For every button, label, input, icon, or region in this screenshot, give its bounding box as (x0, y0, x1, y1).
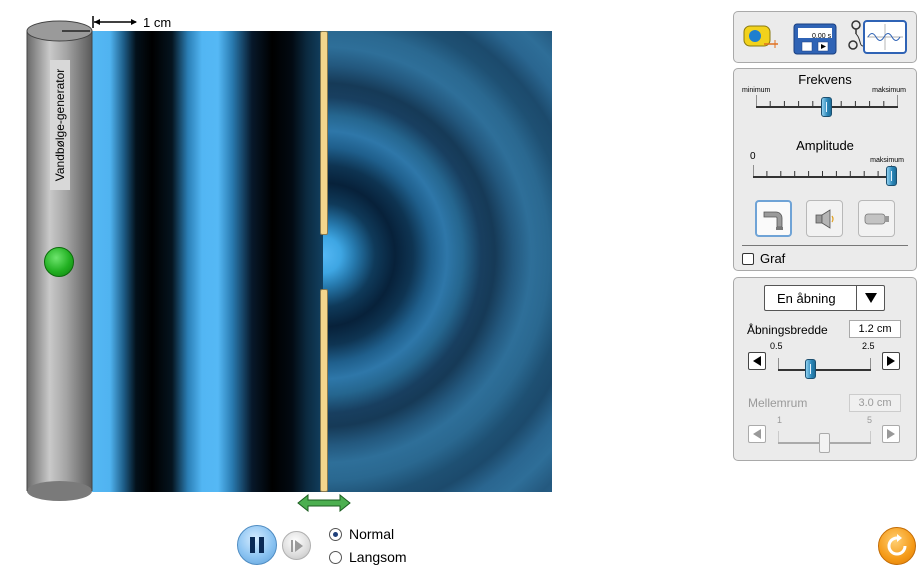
radio-slow[interactable] (329, 550, 342, 564)
reset-button[interactable] (878, 527, 916, 565)
separation-value: 3.0 cm (849, 394, 901, 412)
slit-width-slider-thumb[interactable] (804, 359, 816, 379)
arrow-left-icon (753, 356, 761, 366)
speaker-icon (815, 208, 834, 229)
source-speaker-button[interactable] (806, 200, 843, 237)
slit-width-max: 2.5 (862, 341, 875, 351)
barrier-bottom[interactable] (320, 289, 328, 492)
pause-button[interactable] (237, 525, 277, 565)
graph-label: Graf (760, 251, 786, 266)
generator-label: Vandbølge-generator (50, 60, 70, 190)
barrier-drag-handle-icon[interactable] (297, 493, 351, 517)
step-button[interactable] (282, 531, 311, 560)
radio-normal[interactable] (329, 527, 342, 541)
barrier-top[interactable] (320, 31, 328, 235)
slit-width-label: Åbningsbredde (747, 323, 828, 337)
amplitude-max-label: maksimum (870, 157, 904, 164)
separation-increase-button[interactable] (882, 425, 900, 443)
laser-icon (864, 213, 889, 224)
amplitude-min-label: 0 (750, 151, 756, 162)
amplitude-title: Amplitude (796, 138, 854, 153)
barrier-panel: En åbning Åbningsbredde 1.2 cm 0.5 2.5 M… (733, 277, 917, 461)
slit-width-increase-button[interactable] (882, 352, 900, 370)
speed-option-normal[interactable]: Normal (329, 526, 394, 542)
divider (742, 245, 908, 246)
separation-decrease-button[interactable] (748, 425, 766, 443)
arrow-right-icon (887, 429, 895, 439)
measure-label: 1 cm (143, 15, 172, 30)
slit-width-decrease-button[interactable] (748, 352, 766, 370)
speed-label-normal: Normal (349, 526, 395, 542)
barrier-mode-value: En åbning (777, 291, 836, 306)
slit-width-min: 0.5 (770, 341, 783, 351)
pause-icon (250, 537, 264, 553)
graph-checkbox[interactable] (742, 252, 754, 265)
frequency-title: Frekvens (798, 72, 852, 87)
source-laser-button[interactable] (858, 200, 895, 237)
wave-detector-tool[interactable] (847, 18, 909, 56)
arrow-left-icon (753, 429, 761, 439)
arrow-right-icon (887, 356, 895, 366)
dropdown-arrow-icon (856, 286, 884, 310)
speed-option-slow[interactable]: Langsom (329, 549, 407, 565)
reset-icon (887, 534, 907, 556)
faucet-icon (763, 211, 783, 230)
source-faucet-button[interactable] (755, 200, 792, 237)
measure-indicator (92, 14, 138, 30)
wave-controls-panel: Frekvens minimum maksimum Amplitude 0 ma… (733, 68, 917, 271)
separation-label: Mellemrum (748, 396, 808, 410)
measuring-tape-icon (743, 25, 778, 48)
stopwatch-readout: 0.00 s (812, 33, 832, 40)
generator-start-button[interactable] (44, 247, 74, 277)
step-icon (290, 539, 303, 552)
frequency-min-label: minimum (742, 87, 771, 94)
amplitude-slider-thumb[interactable] (886, 166, 897, 186)
speed-label-slow: Langsom (349, 549, 407, 565)
separation-max: 5 (867, 415, 873, 425)
separation-min: 1 (777, 415, 783, 425)
graph-toggle[interactable]: Graf (742, 251, 785, 266)
frequency-slider-thumb[interactable] (821, 97, 832, 117)
separation-slider-thumb[interactable] (818, 433, 830, 453)
barrier-mode-select[interactable]: En åbning (764, 285, 885, 311)
incoming-wavefronts (92, 31, 323, 492)
wave-detector-icon (848, 20, 907, 54)
frequency-max-label: maksimum (872, 87, 906, 94)
measuring-tape-tool[interactable] (742, 18, 782, 56)
slit-width-track (778, 358, 871, 371)
slit-width-value: 1.2 cm (849, 320, 901, 338)
tools-panel: 0.00 s (733, 11, 917, 63)
amplitude-ticks (753, 165, 892, 178)
diffracted-wavefronts (323, 31, 552, 492)
